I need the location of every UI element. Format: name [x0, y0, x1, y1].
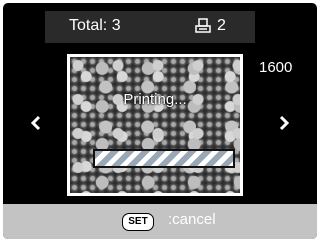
print-progress-bar: [93, 149, 235, 168]
next-image-button[interactable]: [278, 115, 290, 136]
previous-image-button[interactable]: [30, 115, 42, 136]
image-preview: Printing...: [67, 54, 243, 196]
chevron-left-icon: [30, 115, 41, 131]
progress-fill: [95, 151, 233, 166]
status-bar: Total: 3 2: [45, 11, 255, 43]
footer-bar: SET :cancel: [3, 204, 317, 239]
camera-screen: Total: 3 2 1600 Printing... SET:cancel: [3, 3, 317, 239]
preview-photo: Printing...: [70, 57, 240, 193]
printing-status: Printing...: [123, 91, 187, 108]
total-count: Total: 3: [69, 17, 121, 34]
set-button[interactable]: SET: [122, 213, 154, 231]
print-count-value: 2: [217, 17, 226, 34]
chevron-right-icon: [279, 115, 290, 131]
cancel-label: :cancel: [168, 211, 216, 228]
print-count: 2: [195, 17, 226, 35]
image-size-label: 1600: [259, 59, 293, 76]
printer-icon: [195, 18, 211, 33]
